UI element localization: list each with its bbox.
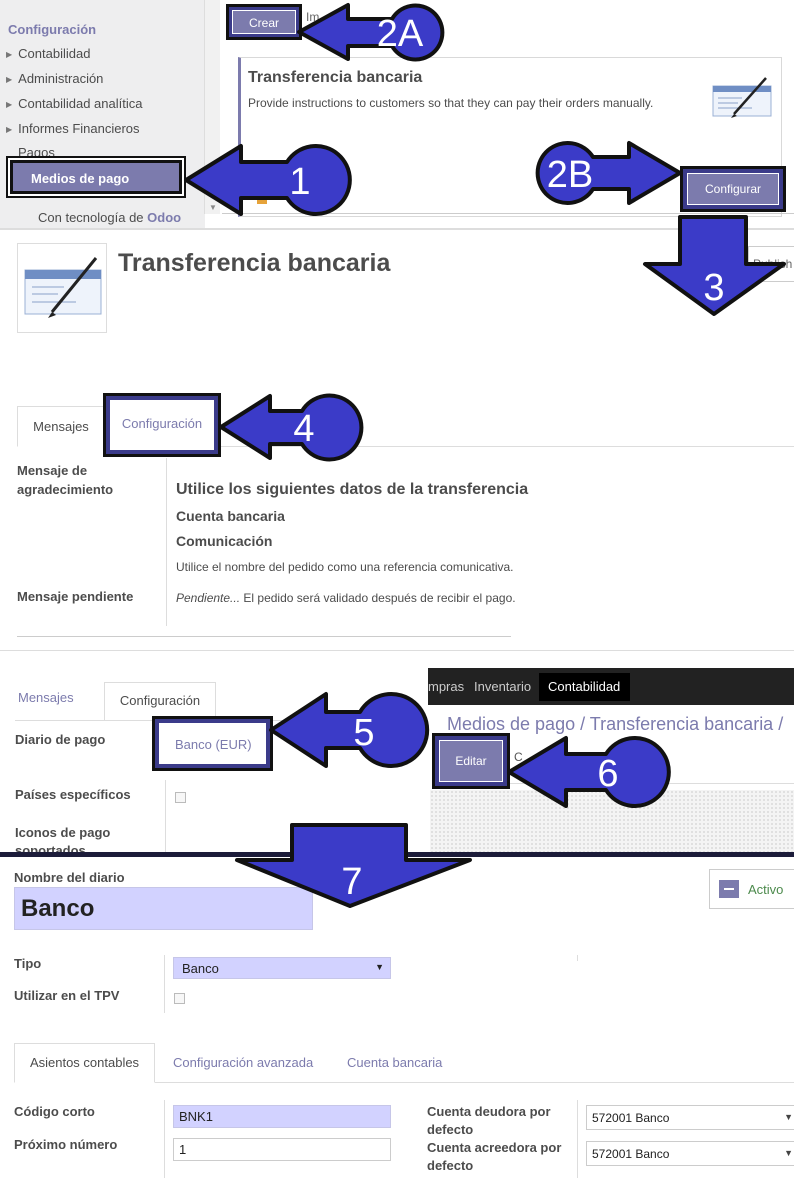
tab-cuenta-bancaria[interactable]: Cuenta bancaria xyxy=(347,1055,442,1070)
breadcrumb[interactable]: Medios de pago / Transferencia bancaria … xyxy=(447,714,783,735)
chevron-down-icon: ▼ xyxy=(375,962,384,972)
thanks-line-account: Cuenta bancaria xyxy=(176,508,285,524)
caret-right-icon: ▶ xyxy=(6,100,13,109)
tpv-checkbox[interactable] xyxy=(174,993,185,1004)
card-title: Transferencia bancaria xyxy=(248,69,423,86)
callout-number: 4 xyxy=(293,408,314,450)
callout-number: 5 xyxy=(353,712,374,754)
callout-6: 6 xyxy=(506,734,671,810)
callout-number: 7 xyxy=(341,861,362,903)
nav-item-inventario[interactable]: Inventario xyxy=(474,679,531,694)
countries-label: Países específicos xyxy=(15,787,131,802)
type-select[interactable]: Banco ▼ xyxy=(173,957,391,979)
tab-configuracion[interactable]: Configuración xyxy=(110,400,214,450)
caret-right-icon: ▶ xyxy=(6,75,13,84)
sidebar-item-medios-de-pago[interactable]: Medios de pago xyxy=(8,158,184,196)
chevron-down-icon: ▼ xyxy=(784,1112,793,1122)
short-code-input[interactable]: BNK1 xyxy=(173,1105,391,1128)
tab-configuracion-avanzada[interactable]: Configuración avanzada xyxy=(173,1055,313,1070)
bank-transfer-icon xyxy=(712,76,774,120)
debit-account-label: Cuenta deudora por defecto xyxy=(427,1104,551,1137)
sidebar-item-contabilidad-analitica[interactable]: ▶ Contabilidad analítica xyxy=(6,96,142,111)
pending-message-label: Mensaje pendiente xyxy=(17,589,134,604)
countries-checkbox[interactable] xyxy=(175,792,186,803)
caret-right-icon: ▶ xyxy=(6,125,13,134)
divider xyxy=(165,780,166,852)
editar-button[interactable]: Editar xyxy=(439,740,503,782)
card-description: Provide instructions to customers so tha… xyxy=(248,96,654,110)
callout-number: 2A xyxy=(377,13,424,55)
caret-right-icon: ▶ xyxy=(6,50,13,59)
archive-icon xyxy=(719,880,739,898)
divider xyxy=(577,955,578,961)
thanks-note: Utilice el nombre del pedido como una re… xyxy=(176,560,514,574)
callout-2b: 2B xyxy=(533,140,683,206)
divider xyxy=(577,1100,578,1178)
configurar-button[interactable]: Configurar xyxy=(687,173,779,205)
thanks-message-label: Mensaje de agradecimiento xyxy=(17,463,114,497)
credit-account-label: Cuenta acreedora por defecto xyxy=(427,1140,562,1173)
callout-3: 3 xyxy=(642,214,788,318)
nav-item-contabilidad[interactable]: Contabilidad xyxy=(539,673,630,701)
sidebar-item-administracion[interactable]: ▶ Administración xyxy=(6,71,103,86)
short-code-label: Código corto xyxy=(14,1104,95,1119)
credit-account-select[interactable]: 572001 Banco ▼ xyxy=(586,1141,794,1166)
next-number-label: Próximo número xyxy=(14,1137,118,1152)
crear-button[interactable]: Crear xyxy=(232,10,296,34)
tab-asientos-contables[interactable]: Asientos contables xyxy=(14,1043,155,1083)
divider xyxy=(166,458,167,626)
sidebar-item-contabilidad[interactable]: ▶ Contabilidad xyxy=(6,46,90,61)
pending-message: Pendiente... El pedido será validado des… xyxy=(176,591,516,605)
journal-name-label: Nombre del diario xyxy=(14,870,125,885)
next-number-input[interactable]: 1 xyxy=(173,1138,391,1161)
tab-mensajes[interactable]: Mensajes xyxy=(17,406,105,447)
sidebar-title: Configuración xyxy=(8,22,97,37)
sidebar-item-pagos[interactable]: Pagos xyxy=(18,145,55,157)
tab-mensajes[interactable]: Mensajes xyxy=(18,690,74,705)
divider xyxy=(164,1100,165,1178)
divider xyxy=(164,955,165,1013)
tpv-label: Utilizar en el TPV xyxy=(14,988,120,1003)
journal-field[interactable]: Banco (EUR) xyxy=(159,723,266,764)
callout-number: 6 xyxy=(597,753,618,795)
thanks-line-communication: Comunicación xyxy=(176,533,273,549)
callout-1: 1 xyxy=(183,142,352,218)
callout-4: 4 xyxy=(218,392,364,462)
divider xyxy=(0,650,794,651)
sidebar-item-informes[interactable]: ▶ Informes Financieros xyxy=(6,121,140,136)
journal-highlight: Banco (EUR) xyxy=(152,716,273,771)
divider xyxy=(17,636,511,637)
configurar-highlight: Configurar xyxy=(680,166,786,212)
thanks-heading: Utilice los siguientes datos de la trans… xyxy=(176,481,529,498)
callout-5: 5 xyxy=(268,690,430,770)
callout-7: 7 xyxy=(234,822,474,910)
tab-configuracion-highlight: Configuración xyxy=(103,393,221,457)
callout-number: 3 xyxy=(703,267,724,309)
debit-account-select[interactable]: 572001 Banco ▼ xyxy=(586,1105,794,1130)
acquirer-image xyxy=(17,243,107,333)
page-title: Transferencia bancaria xyxy=(118,249,391,277)
powered-by: Con tecnología de Odoo xyxy=(38,210,182,225)
active-toggle-button[interactable]: Activo xyxy=(709,869,794,909)
payment-icons-label: Iconos de pago soportados xyxy=(15,825,111,852)
nav-item-compras[interactable]: mpras xyxy=(428,679,464,694)
journal-label: Diario de pago xyxy=(15,732,106,747)
callout-number: 2B xyxy=(547,154,593,196)
type-label: Tipo xyxy=(14,956,42,971)
callout-number: 1 xyxy=(289,161,310,203)
callout-2a: 2A xyxy=(296,2,445,64)
chevron-down-icon: ▼ xyxy=(784,1148,793,1158)
editar-highlight: Editar xyxy=(432,733,510,789)
crear-highlight: Crear xyxy=(226,4,302,40)
